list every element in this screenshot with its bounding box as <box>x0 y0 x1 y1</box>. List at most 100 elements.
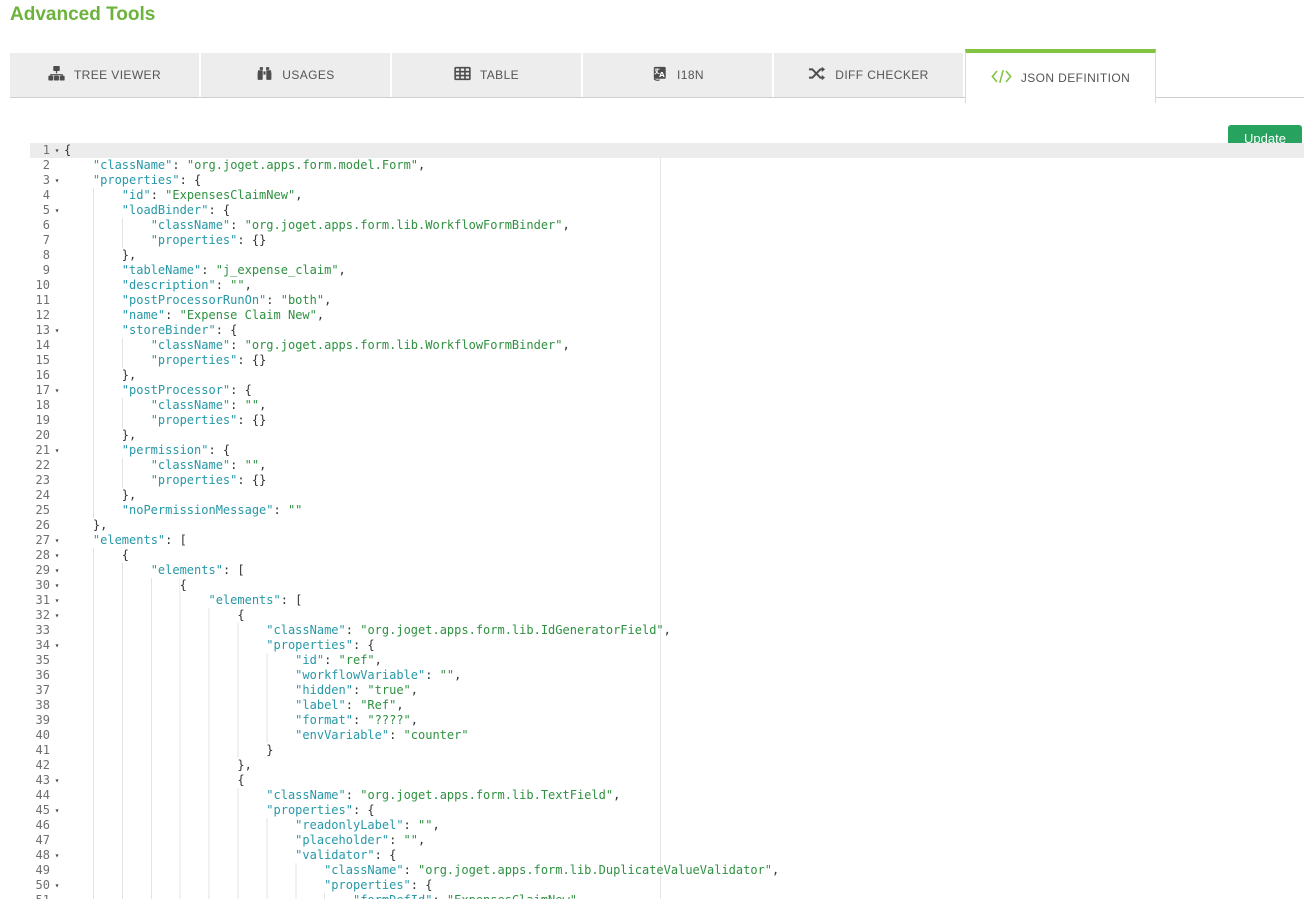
line-number: 43 <box>30 773 50 788</box>
code-text: "className": "org.joget.apps.form.model.… <box>64 158 425 173</box>
code-line[interactable]: 13▾"storeBinder": { <box>30 323 1304 338</box>
fold-arrow-icon[interactable]: ▾ <box>50 848 64 863</box>
code-line[interactable]: 27▾ "elements": [ <box>30 533 1304 548</box>
fold-spacer <box>50 473 64 488</box>
fold-arrow-icon[interactable]: ▾ <box>50 608 64 623</box>
code-line[interactable]: 12"name": "Expense Claim New", <box>30 308 1304 323</box>
code-line[interactable]: 42}, <box>30 758 1304 773</box>
code-line[interactable]: 32▾{ <box>30 608 1304 623</box>
fold-arrow-icon[interactable]: ▾ <box>50 443 64 458</box>
code-line[interactable]: 48▾"validator": { <box>30 848 1304 863</box>
fold-arrow-icon[interactable]: ▾ <box>50 203 64 218</box>
fold-arrow-icon[interactable]: ▾ <box>50 143 64 158</box>
fold-arrow-icon[interactable]: ▾ <box>50 878 64 893</box>
gutter: 9 <box>30 263 64 278</box>
code-line[interactable]: 35"id": "ref", <box>30 653 1304 668</box>
code-line[interactable]: 36"workflowVariable": "", <box>30 668 1304 683</box>
fold-arrow-icon[interactable]: ▾ <box>50 548 64 563</box>
tab-diff-checker[interactable]: DIFF CHECKER <box>774 53 963 97</box>
code-line[interactable]: 45▾"properties": { <box>30 803 1304 818</box>
code-line[interactable]: 4"id": "ExpensesClaimNew", <box>30 188 1304 203</box>
code-line[interactable]: 33"className": "org.joget.apps.form.lib.… <box>30 623 1304 638</box>
fold-arrow-icon[interactable]: ▾ <box>50 173 64 188</box>
code-text: "properties": { <box>64 803 375 818</box>
code-text: "postProcessorRunOn": "both", <box>64 293 331 308</box>
code-line[interactable]: 19"properties": {} <box>30 413 1304 428</box>
fold-spacer <box>50 458 64 473</box>
code-line[interactable]: 51"formDefId": "ExpensesClaimNew" <box>30 893 1304 899</box>
code-line[interactable]: 29▾"elements": [ <box>30 563 1304 578</box>
tab-label: TREE VIEWER <box>74 68 161 82</box>
fold-arrow-icon[interactable]: ▾ <box>50 638 64 653</box>
code-line[interactable]: 26 }, <box>30 518 1304 533</box>
code-line[interactable]: 23"properties": {} <box>30 473 1304 488</box>
code-line[interactable]: 46"readonlyLabel": "", <box>30 818 1304 833</box>
line-number: 19 <box>30 413 50 428</box>
fold-arrow-icon[interactable]: ▾ <box>50 803 64 818</box>
code-line[interactable]: 20}, <box>30 428 1304 443</box>
fold-arrow-icon[interactable]: ▾ <box>50 593 64 608</box>
code-line[interactable]: 41} <box>30 743 1304 758</box>
code-line[interactable]: 31▾"elements": [ <box>30 593 1304 608</box>
tab-tree-viewer[interactable]: TREE VIEWER <box>10 53 199 97</box>
code-line[interactable]: 49"className": "org.joget.apps.form.lib.… <box>30 863 1304 878</box>
tab-i18n[interactable]: A I18N <box>583 53 772 97</box>
fold-arrow-icon[interactable]: ▾ <box>50 323 64 338</box>
code-line[interactable]: 14"className": "org.joget.apps.form.lib.… <box>30 338 1304 353</box>
code-line[interactable]: 28▾{ <box>30 548 1304 563</box>
code-line[interactable]: 18"className": "", <box>30 398 1304 413</box>
indent-guides <box>93 743 266 758</box>
indent-guides <box>93 428 122 443</box>
fold-arrow-icon[interactable]: ▾ <box>50 383 64 398</box>
code-line[interactable]: 1▾{ <box>30 143 1304 158</box>
code-line[interactable]: 43▾{ <box>30 773 1304 788</box>
tab-label: JSON DEFINITION <box>1021 71 1130 85</box>
indent-guides <box>93 503 122 518</box>
line-number: 33 <box>30 623 50 638</box>
tab-usages[interactable]: USAGES <box>201 53 390 97</box>
code-line[interactable]: 44"className": "org.joget.apps.form.lib.… <box>30 788 1304 803</box>
code-line[interactable]: 5▾"loadBinder": { <box>30 203 1304 218</box>
code-line[interactable]: 30▾{ <box>30 578 1304 593</box>
code-line[interactable]: 8}, <box>30 248 1304 263</box>
tab-json-definition[interactable]: JSON DEFINITION <box>965 49 1156 103</box>
code-line[interactable]: 9"tableName": "j_expense_claim", <box>30 263 1304 278</box>
fold-arrow-icon[interactable]: ▾ <box>50 533 64 548</box>
gutter: 51 <box>30 893 64 899</box>
code-line[interactable]: 39"format": "????", <box>30 713 1304 728</box>
tab-table[interactable]: TABLE <box>392 53 581 97</box>
code-line[interactable]: 38"label": "Ref", <box>30 698 1304 713</box>
line-number: 24 <box>30 488 50 503</box>
code-line[interactable]: 37"hidden": "true", <box>30 683 1304 698</box>
code-text: "placeholder": "", <box>64 833 425 848</box>
code-line[interactable]: 16}, <box>30 368 1304 383</box>
code-line[interactable]: 34▾"properties": { <box>30 638 1304 653</box>
fold-arrow-icon[interactable]: ▾ <box>50 578 64 593</box>
code-line[interactable]: 15"properties": {} <box>30 353 1304 368</box>
code-line[interactable]: 24}, <box>30 488 1304 503</box>
code-text: } <box>64 743 274 758</box>
fold-spacer <box>50 248 64 263</box>
fold-arrow-icon[interactable]: ▾ <box>50 563 64 578</box>
code-line[interactable]: 10"description": "", <box>30 278 1304 293</box>
code-line[interactable]: 6"className": "org.joget.apps.form.lib.W… <box>30 218 1304 233</box>
fold-arrow-icon[interactable]: ▾ <box>50 773 64 788</box>
code-line[interactable]: 25"noPermissionMessage": "" <box>30 503 1304 518</box>
tab-label: I18N <box>677 68 704 82</box>
code-text: "formDefId": "ExpensesClaimNew" <box>64 893 577 899</box>
code-line[interactable]: 7"properties": {} <box>30 233 1304 248</box>
fold-spacer <box>50 818 64 833</box>
json-code-editor[interactable]: 1▾{2 "className": "org.joget.apps.form.m… <box>30 143 1304 899</box>
code-line[interactable]: 40"envVariable": "counter" <box>30 728 1304 743</box>
code-line[interactable]: 11"postProcessorRunOn": "both", <box>30 293 1304 308</box>
code-line[interactable]: 22"className": "", <box>30 458 1304 473</box>
gutter: 23 <box>30 473 64 488</box>
code-line[interactable]: 47"placeholder": "", <box>30 833 1304 848</box>
code-line[interactable]: 50▾"properties": { <box>30 878 1304 893</box>
code-line[interactable]: 21▾"permission": { <box>30 443 1304 458</box>
code-line[interactable]: 2 "className": "org.joget.apps.form.mode… <box>30 158 1304 173</box>
code-line[interactable]: 17▾"postProcessor": { <box>30 383 1304 398</box>
line-number: 38 <box>30 698 50 713</box>
code-line[interactable]: 3▾ "properties": { <box>30 173 1304 188</box>
fold-spacer <box>50 503 64 518</box>
